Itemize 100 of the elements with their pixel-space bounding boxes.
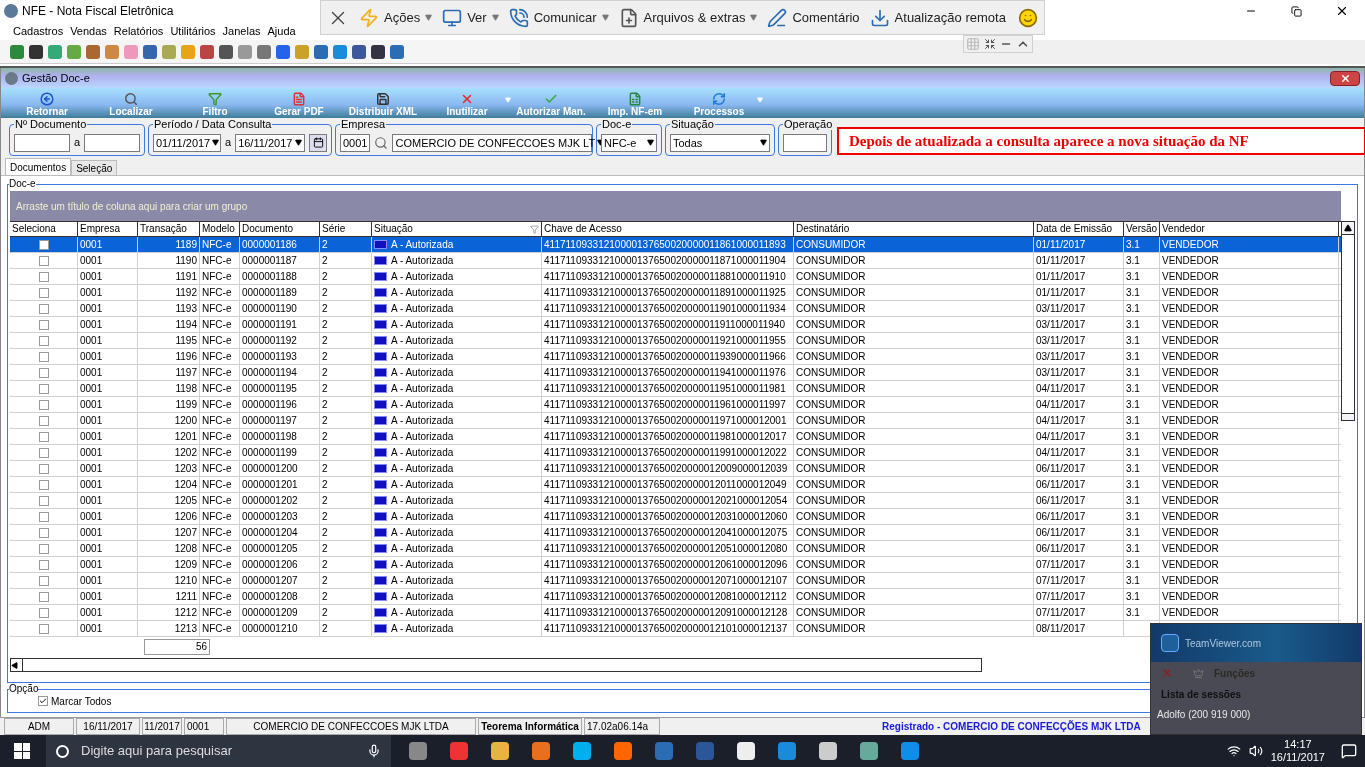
table-row[interactable]: 0001 1195 NFC-e 0000001192 2 A - Autorizada 41171109331210000137650020000011921000011955 CONSUMIDOR 03/11/2017 3.1 VENDEDOR <box>10 333 1341 349</box>
dropdown-field[interactable]: NFC-e <box>601 133 657 152</box>
caret-icon[interactable] <box>295 139 303 146</box>
taskbar-app-icon[interactable] <box>655 742 673 760</box>
tab[interactable]: Seleção <box>71 160 118 175</box>
checkbox[interactable] <box>38 479 49 490</box>
dropdown-field[interactable]: 01/11/2017 <box>153 133 221 152</box>
checkbox[interactable] <box>38 607 49 618</box>
table-row[interactable]: 0001 1191 NFC-e 0000001188 2 A - Autorizada 41171109331210000137650020000011881000011910 CONSUMIDOR 01/11/2017 3.1 VENDEDOR <box>10 269 1341 285</box>
checkbox[interactable] <box>38 511 49 522</box>
table-row[interactable]: 0001 1198 NFC-e 0000001195 2 A - Autorizada 41171109331210000137650020000011951000011981 CONSUMIDOR 04/11/2017 3.1 VENDEDOR <box>10 381 1341 397</box>
column-header[interactable]: Vendedor <box>1160 222 1339 236</box>
column-header[interactable]: Modelo <box>200 222 240 236</box>
restore-icon[interactable] <box>1291 5 1302 17</box>
close-icon[interactable] <box>1335 4 1349 18</box>
menu-item[interactable]: Janelas <box>222 22 261 40</box>
smiley-icon[interactable] <box>1018 7 1038 28</box>
checkbox[interactable] <box>38 415 49 426</box>
wifi-icon[interactable] <box>1226 744 1241 758</box>
checkbox[interactable] <box>38 543 49 554</box>
remote-menu-button[interactable]: Arquivos & extras <box>618 7 758 28</box>
checkbox[interactable] <box>38 399 49 410</box>
remote-menu-button[interactable]: Ver <box>442 7 499 28</box>
taskbar-app-icon[interactable] <box>573 742 591 760</box>
taskbar-app-icon[interactable] <box>901 742 919 760</box>
column-header[interactable]: Data de Emissão <box>1034 222 1124 236</box>
session-item[interactable]: Adolfo (200 919 000) <box>1157 706 1251 722</box>
table-row[interactable]: 0001 1199 NFC-e 0000001196 2 A - Autorizada 41171109331210000137650020000011961000011997 CONSUMIDOR 04/11/2017 3.1 VENDEDOR <box>10 397 1341 413</box>
toolbar-icon[interactable] <box>143 44 157 59</box>
column-header[interactable]: Situação <box>372 222 542 236</box>
table-row[interactable]: 0001 1193 NFC-e 0000001190 2 A - Autorizada 41171109331210000137650020000011901000011934 CONSUMIDOR 03/11/2017 3.1 VENDEDOR <box>10 301 1341 317</box>
taskbar-app-icon[interactable] <box>737 742 755 760</box>
table-row[interactable]: 0001 1190 NFC-e 0000001187 2 A - Autorizada 41171109331210000137650020000011871000011904 CONSUMIDOR 01/11/2017 3.1 VENDEDOR <box>10 253 1341 269</box>
table-row[interactable]: 0001 1206 NFC-e 0000001203 2 A - Autorizada 41171109331210000137650020000012031000012060 CONSUMIDOR 06/11/2017 3.1 VENDEDOR <box>10 509 1341 525</box>
text-field[interactable] <box>783 133 827 152</box>
table-row[interactable]: 0001 1212 NFC-e 0000001209 2 A - Autorizada 41171109331210000137650020000012091000012128 CONSUMIDOR 07/11/2017 3.1 VENDEDOR <box>10 605 1341 621</box>
table-row[interactable]: 0001 1209 NFC-e 0000001206 2 A - Autorizada 41171109331210000137650020000012061000012096 CONSUMIDOR 07/11/2017 3.1 VENDEDOR <box>10 557 1341 573</box>
close-button[interactable] <box>1330 70 1360 86</box>
checkbox[interactable] <box>38 383 49 394</box>
dropdown-field[interactable]: Todas <box>670 133 770 152</box>
text-field[interactable]: 0001 <box>340 133 371 152</box>
table-row[interactable]: 0001 1203 NFC-e 0000001200 2 A - Autorizada 41171109331210000137650020000012009000012039 CONSUMIDOR 06/11/2017 3.1 VENDEDOR <box>10 461 1341 477</box>
up-arrow-icon[interactable] <box>1344 224 1352 232</box>
menu-item[interactable]: Vendas <box>70 22 107 40</box>
checkbox[interactable] <box>38 351 49 362</box>
table-row[interactable]: 0001 1208 NFC-e 0000001205 2 A - Autorizada 41171109331210000137650020000012051000012080 CONSUMIDOR 06/11/2017 3.1 VENDEDOR <box>10 541 1341 557</box>
notification-icon[interactable] <box>1341 743 1357 759</box>
windows-logo-icon[interactable] <box>14 743 30 759</box>
checkbox[interactable] <box>38 495 49 506</box>
taskbar-app-icon[interactable] <box>778 742 796 760</box>
checkbox[interactable] <box>38 559 49 570</box>
horizontal-scrollbar[interactable] <box>10 658 982 672</box>
volume-icon[interactable] <box>1248 744 1263 758</box>
table-row[interactable]: 0001 1202 NFC-e 0000001199 2 A - Autorizada 41171109331210000137650020000011991000012022 CONSUMIDOR 04/11/2017 3.1 VENDEDOR <box>10 445 1341 461</box>
tab[interactable]: Documentos <box>5 158 72 175</box>
remote-menu-button[interactable]: Comentário <box>767 7 860 28</box>
toolbar-icon[interactable] <box>219 44 233 59</box>
table-row[interactable]: 0001 1189 NFC-e 0000001186 2 A - Autorizada 41171109331210000137650020000011861000011893 CONSUMIDOR 01/11/2017 3.1 VENDEDOR <box>10 237 1341 253</box>
table-row[interactable]: 0001 1196 NFC-e 0000001193 2 A - Autorizada 41171109331210000137650020000011939000011966 CONSUMIDOR 03/11/2017 3.1 VENDEDOR <box>10 349 1341 365</box>
menu-item[interactable]: Cadastros <box>13 22 64 40</box>
table-row[interactable]: 0001 1204 NFC-e 0000001201 2 A - Autorizada 41171109331210000137650020000012011000012049 CONSUMIDOR 06/11/2017 3.1 VENDEDOR <box>10 477 1341 493</box>
remote-menu-button[interactable]: Comunicar <box>508 7 609 28</box>
checkbox[interactable] <box>38 696 48 706</box>
table-row[interactable]: 0001 1192 NFC-e 0000001189 2 A - Autorizada 41171109331210000137650020000011891000011925 CONSUMIDOR 01/11/2017 3.1 VENDEDOR <box>10 285 1341 301</box>
remote-menu-button[interactable]: Ações <box>359 7 433 28</box>
taskbar-app-icon[interactable] <box>819 742 837 760</box>
table-row[interactable]: 0001 1201 NFC-e 0000001198 2 A - Autorizada 41171109331210000137650020000011981000012017 CONSUMIDOR 04/11/2017 3.1 VENDEDOR <box>10 429 1341 445</box>
microphone-icon[interactable] <box>367 744 381 758</box>
caret-icon[interactable] <box>760 139 767 146</box>
checkbox[interactable] <box>38 271 49 282</box>
calendar-button[interactable] <box>309 133 327 152</box>
checkbox[interactable] <box>38 463 49 474</box>
column-header[interactable]: Chave de Acesso <box>542 222 794 236</box>
clock-date[interactable]: 16/11/2017 <box>1270 751 1325 764</box>
taskbar-app-icon[interactable] <box>614 742 632 760</box>
text-field[interactable] <box>84 133 140 152</box>
checkbox[interactable] <box>38 319 49 330</box>
table-row[interactable]: 0001 1205 NFC-e 0000001202 2 A - Autorizada 41171109331210000137650020000012021000012054 CONSUMIDOR 06/11/2017 3.1 VENDEDOR <box>10 493 1341 509</box>
column-header[interactable]: Empresa <box>78 222 138 236</box>
checkbox[interactable] <box>38 335 49 346</box>
checkbox[interactable] <box>38 367 49 378</box>
checkbox[interactable] <box>38 623 49 634</box>
table-row[interactable]: 0001 1207 NFC-e 0000001204 2 A - Autorizada 41171109331210000137650020000012041000012075 CONSUMIDOR 06/11/2017 3.1 VENDEDOR <box>10 525 1341 541</box>
text-field[interactable] <box>14 133 70 152</box>
taskbar-app-icon[interactable] <box>491 742 509 760</box>
column-header[interactable]: Transação <box>138 222 200 236</box>
checkbox[interactable] <box>38 591 49 602</box>
table-row[interactable]: 0001 1211 NFC-e 0000001208 2 A - Autorizada 41171109331210000137650020000012081000012112 CONSUMIDOR 07/11/2017 3.1 VENDEDOR <box>10 589 1341 605</box>
checkbox[interactable] <box>38 239 49 250</box>
checkbox[interactable] <box>38 575 49 586</box>
menu-item[interactable]: Ajuda <box>267 22 296 40</box>
taskbar-app-icon[interactable] <box>532 742 550 760</box>
search-field[interactable]: Digite aqui para pesquisar <box>46 735 391 767</box>
taskbar-app-icon[interactable] <box>860 742 878 760</box>
vertical-scrollbar[interactable] <box>1341 221 1355 421</box>
shrink-icon[interactable] <box>984 38 996 50</box>
table-row[interactable]: 0001 1210 NFC-e 0000001207 2 A - Autorizada 41171109331210000137650020000012071000012107 CONSUMIDOR 07/11/2017 3.1 VENDEDOR <box>10 573 1341 589</box>
taskbar-app-icon[interactable] <box>450 742 468 760</box>
menu-item[interactable]: Relatórios <box>113 22 164 40</box>
column-header[interactable]: Destinatário <box>794 222 1034 236</box>
